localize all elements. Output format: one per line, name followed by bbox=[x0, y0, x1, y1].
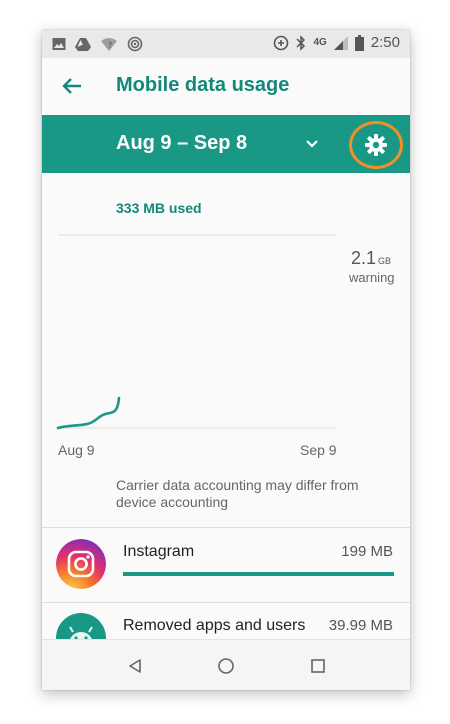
app-row-instagram[interactable]: Instagram 199 MB bbox=[42, 529, 410, 599]
nav-home-button[interactable] bbox=[212, 652, 240, 680]
nav-recents-button[interactable] bbox=[304, 652, 332, 680]
app-bar: Mobile data usage bbox=[42, 58, 410, 114]
x-axis-end-label: Sep 9 bbox=[300, 442, 337, 458]
nav-back-button[interactable] bbox=[121, 652, 149, 680]
data-used-text: 333 MB used bbox=[116, 200, 202, 216]
network-type: 4G bbox=[313, 37, 327, 48]
carrier-note: Carrier data accounting may differ from … bbox=[116, 477, 359, 510]
warning-value: 2.1 GB bbox=[351, 248, 391, 269]
warning-label: warning bbox=[349, 270, 395, 285]
warning-number: 2.1 bbox=[351, 248, 377, 268]
billing-cycle-bar: Aug 9 – Sep 8 bbox=[42, 115, 410, 173]
status-bar: ? 4G 2:50 bbox=[42, 30, 410, 58]
app-size: 199 MB bbox=[341, 543, 393, 560]
image-icon bbox=[52, 37, 66, 51]
divider bbox=[42, 527, 410, 528]
app-size: 39.99 MB bbox=[328, 617, 393, 634]
signal-icon bbox=[333, 35, 348, 50]
app-usage-bar bbox=[123, 572, 394, 576]
app-usage-fill bbox=[123, 572, 394, 576]
cycle-dropdown-button[interactable] bbox=[300, 133, 324, 155]
warning-unit: GB bbox=[378, 256, 392, 266]
navigation-bar bbox=[42, 639, 410, 690]
back-button[interactable] bbox=[56, 70, 88, 102]
bluetooth-icon bbox=[296, 34, 306, 51]
chevron-down-icon bbox=[306, 140, 318, 148]
wifi-question-icon: ? bbox=[100, 37, 118, 51]
app-name: Removed apps and users bbox=[123, 617, 306, 634]
page-title: Mobile data usage bbox=[116, 74, 290, 96]
gear-icon bbox=[365, 134, 387, 156]
battery-icon bbox=[354, 34, 364, 51]
instagram-icon bbox=[56, 539, 106, 589]
recents-square-icon bbox=[311, 659, 325, 673]
svg-text:?: ? bbox=[108, 41, 112, 50]
data-saver-icon bbox=[273, 35, 289, 51]
billing-cycle-selector[interactable]: Aug 9 – Sep 8 bbox=[116, 132, 247, 155]
x-axis-start-label: Aug 9 bbox=[58, 442, 95, 458]
home-circle-icon bbox=[218, 658, 234, 674]
hotspot-icon bbox=[127, 36, 143, 52]
back-triangle-icon bbox=[129, 659, 141, 673]
usage-line bbox=[56, 396, 121, 430]
clock: 2:50 bbox=[370, 34, 400, 51]
settings-button[interactable] bbox=[349, 121, 403, 169]
phone-screen: ? 4G 2:50 Mobile data usage Aug 9 – Sep … bbox=[42, 30, 410, 690]
app-name: Instagram bbox=[123, 543, 195, 560]
arrow-back-icon bbox=[62, 78, 81, 94]
drive-icon bbox=[75, 37, 91, 51]
